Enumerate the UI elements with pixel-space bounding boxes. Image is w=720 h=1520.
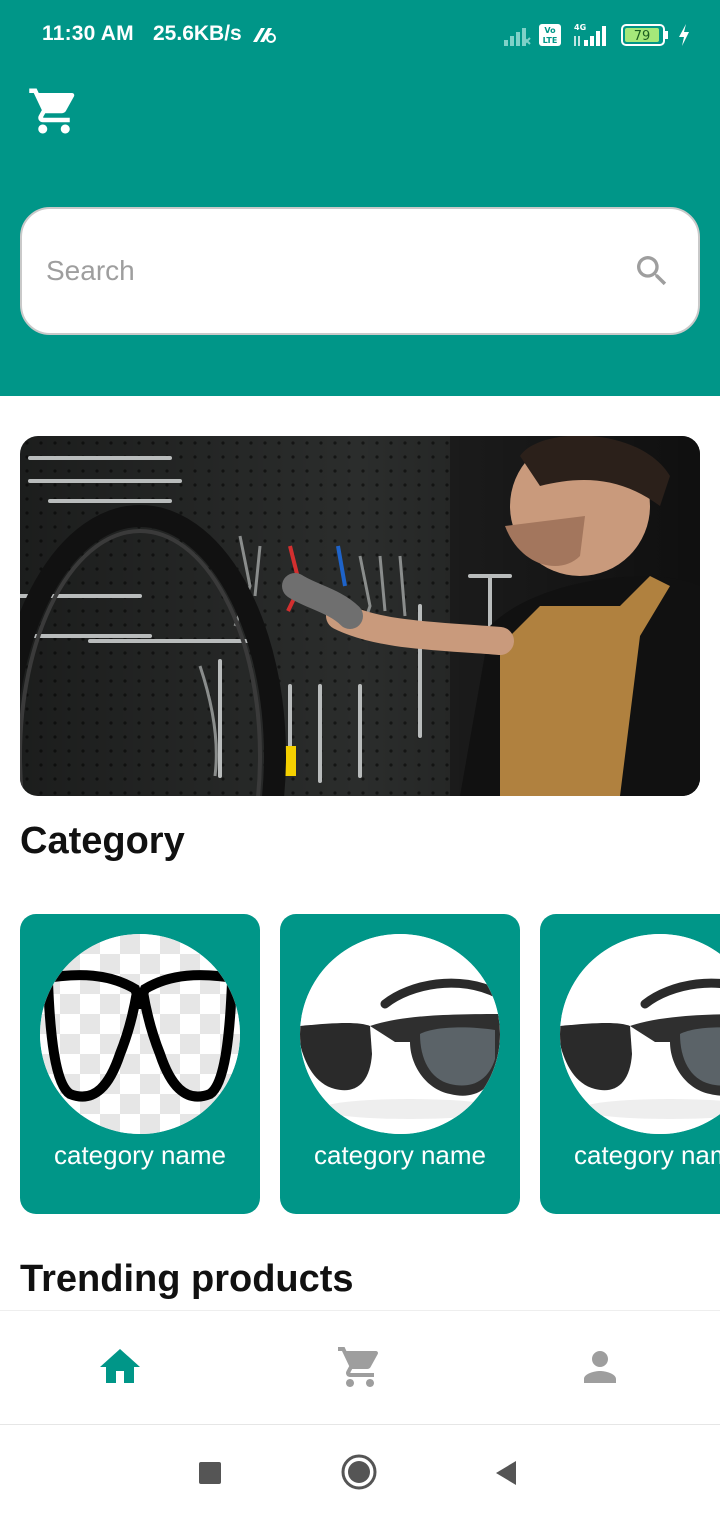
search-bar[interactable]: Search [20, 207, 700, 335]
status-time: 11:30 AM [42, 22, 134, 45]
battery-level: 79 [634, 29, 651, 44]
home-icon[interactable] [96, 1343, 144, 1391]
signal-weak-icon [504, 28, 531, 46]
category-image [300, 934, 500, 1134]
cart-icon[interactable] [26, 84, 82, 138]
category-card[interactable]: category name [540, 914, 720, 1214]
promo-banner[interactable] [20, 436, 700, 796]
system-navigation-bar [0, 1424, 720, 1520]
charging-icon [679, 24, 689, 46]
category-label: category name [54, 1140, 226, 1170]
cart-icon[interactable] [336, 1343, 384, 1391]
system-status-icons: Vo LTE 4G 79 [502, 22, 692, 48]
back-button[interactable] [492, 1459, 520, 1487]
volte-icon: Vo LTE [539, 24, 561, 46]
sunglasses-image [300, 934, 500, 1134]
sunglasses-image [560, 934, 720, 1134]
svg-text:4G: 4G [574, 23, 586, 32]
category-card[interactable]: category name [20, 914, 260, 1214]
trending-section-title: Trending products [20, 1258, 354, 1300]
bottom-navigation [0, 1310, 720, 1424]
category-label: category name [314, 1140, 486, 1170]
battery-icon: 79 [621, 24, 668, 46]
recents-button[interactable] [198, 1461, 222, 1485]
person-icon[interactable] [576, 1343, 624, 1391]
signal-4g-icon: 4G [574, 23, 606, 46]
data-saver-icon [253, 28, 276, 43]
category-label: category name [574, 1140, 720, 1170]
eyeglasses-image [40, 934, 240, 1134]
svg-text:LTE: LTE [543, 36, 558, 45]
status-bar: 11:30 AM 25.6KB/s Vo LTE 4G 79 [0, 0, 720, 70]
category-card[interactable]: category name [280, 914, 520, 1214]
app-header: 11:30 AM 25.6KB/s Vo LTE 4G 79 Search [0, 0, 720, 396]
category-section-title: Category [20, 820, 185, 862]
category-image [40, 934, 240, 1134]
svg-text:Vo: Vo [544, 26, 556, 35]
status-network-speed: 25.6KB/s [153, 22, 242, 45]
category-image [560, 934, 720, 1134]
search-icon[interactable] [632, 251, 672, 291]
search-input[interactable]: Search [46, 255, 135, 287]
banner-image [20, 436, 700, 796]
home-button[interactable] [340, 1453, 378, 1491]
